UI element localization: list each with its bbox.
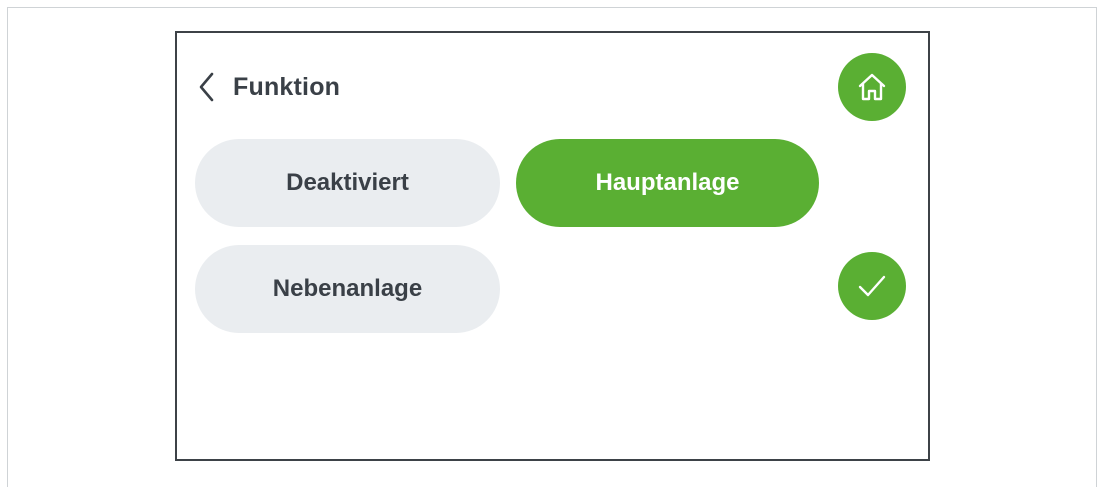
device-screen: Funktion Deaktiviert Hauptanlage Nebenan…	[175, 31, 930, 461]
confirm-button[interactable]	[838, 252, 906, 320]
option-deaktiviert[interactable]: Deaktiviert	[195, 139, 500, 227]
back-button[interactable]: Funktion	[197, 69, 340, 105]
option-label: Deaktiviert	[286, 169, 409, 196]
option-hauptanlage[interactable]: Hauptanlage	[516, 139, 819, 227]
option-label: Hauptanlage	[595, 169, 740, 196]
option-nebenanlage[interactable]: Nebenanlage	[195, 245, 500, 333]
home-button[interactable]	[838, 53, 906, 121]
option-label: Nebenanlage	[272, 275, 423, 302]
chevron-left-icon	[197, 71, 217, 103]
checkmark-icon	[854, 268, 890, 304]
page-title: Funktion	[233, 72, 341, 101]
home-icon	[855, 70, 889, 104]
